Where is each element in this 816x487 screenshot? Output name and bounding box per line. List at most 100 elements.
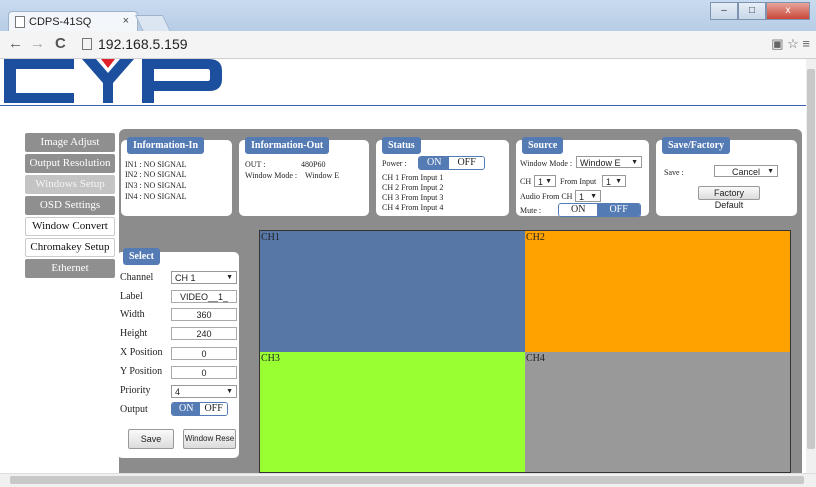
minimize-button[interactable]: – (710, 2, 738, 20)
factory-default-button[interactable]: Factory Default (698, 186, 760, 210)
information-out-panel: Information-Out OUT : 480P60 Window Mode… (239, 137, 369, 216)
address-url: 192.168.5.159 (98, 36, 188, 52)
ch-select-value: 1 (538, 177, 544, 187)
label-input[interactable]: VIDEO__1_ (171, 290, 237, 303)
output-toggle[interactable]: ON OFF (171, 402, 228, 416)
maximize-button[interactable]: □ (738, 2, 766, 20)
information-in-panel: Information-In IN1 : NO SIGNAL IN2 : NO … (121, 137, 232, 216)
page-viewport: Image Adjust Output Resolution Windows S… (0, 59, 806, 473)
output-on-option[interactable]: ON (172, 403, 201, 415)
width-label: Width (120, 309, 145, 320)
save-select-value: Cancel (731, 167, 760, 177)
source-header: Source (522, 137, 564, 154)
close-window-button[interactable]: x (766, 2, 810, 20)
from-input-select[interactable]: 1 ▼ (602, 175, 626, 187)
width-input[interactable]: 360 (171, 308, 237, 321)
routing-line: CH 4 From Input 4 (382, 203, 444, 212)
star-icon[interactable]: ☆ (787, 36, 799, 51)
mute-label: Mute : (520, 206, 542, 215)
routing-line: CH 3 From Input 3 (382, 193, 444, 202)
channel-select-value: CH 1 (175, 273, 196, 283)
height-label: Height (120, 328, 148, 339)
window-ch1[interactable]: CH1 (260, 231, 525, 352)
window-mode-value: Window E (305, 171, 340, 180)
power-toggle[interactable]: ON OFF (418, 156, 485, 170)
window-ch3[interactable]: CH3 (260, 352, 525, 472)
sidebar-menu: Image Adjust Output Resolution Windows S… (25, 133, 115, 280)
routing-line: CH 2 From Input 2 (382, 183, 444, 192)
window-ch2[interactable]: CH2 (525, 231, 790, 352)
address-bar[interactable]: 192.168.5.159 (82, 36, 188, 52)
x-position-label: X Position (120, 347, 163, 358)
window-mode-label: Window Mode : (245, 171, 298, 180)
source-panel: Source Window Mode : Window E ▼ CH 1 ▼ Fro… (516, 137, 649, 217)
sidebar-item-chromakey-setup[interactable]: Chromakey Setup (25, 238, 115, 257)
window-reset-button[interactable]: Window Rese (183, 429, 236, 449)
source-window-mode-label: Window Mode : (520, 159, 573, 168)
new-tab-button[interactable] (135, 15, 171, 32)
vertical-scrollbar-thumb[interactable] (807, 69, 815, 449)
ch-label: CH (520, 177, 532, 186)
status-panel: Status Power : ON OFF CH 1 From Input 1 … (376, 137, 509, 216)
priority-select[interactable]: 4 ▼ (171, 385, 237, 398)
from-input-select-value: 1 (606, 177, 612, 187)
output-label: Output (120, 404, 148, 415)
translate-icon[interactable]: ▣ (771, 36, 783, 51)
audio-from-select[interactable]: 1 ▼ (575, 190, 601, 202)
sidebar-item-output-resolution[interactable]: Output Resolution (25, 154, 115, 173)
page-icon (15, 16, 25, 28)
sidebar-item-window-convert[interactable]: Window Convert (25, 217, 115, 236)
window-ch3-label: CH3 (261, 353, 280, 364)
select-panel: Select Channel CH 1 ▼ Label VIDEO__1_ Wid… (117, 248, 239, 458)
dropdown-arrow-icon: ▼ (767, 168, 774, 175)
save-label: Save : (664, 168, 684, 177)
save-factory-panel: Save/Factory Save : Cancel ▼ Factory Defa… (656, 137, 797, 216)
out-value: 480P60 (301, 160, 326, 169)
priority-select-value: 4 (175, 387, 181, 397)
sidebar-item-osd-settings[interactable]: OSD Settings (25, 196, 115, 215)
mute-toggle[interactable]: ON OFF (558, 203, 641, 217)
label-label: Label (120, 291, 143, 302)
menu-icon[interactable]: ≡ (802, 36, 810, 51)
input-status: IN3 : NO SIGNAL (125, 181, 187, 190)
save-button[interactable]: Save (128, 429, 174, 449)
mute-off-option[interactable]: OFF (597, 204, 640, 216)
information-out-header: Information-Out (245, 137, 330, 154)
horizontal-scrollbar[interactable] (0, 473, 816, 487)
input-status: IN1 : NO SIGNAL (125, 160, 187, 169)
dropdown-arrow-icon: ▼ (590, 193, 597, 200)
browser-titlebar: CDPS-41SQ × – □ x (0, 0, 816, 32)
header-divider (0, 105, 806, 106)
browser-tab[interactable]: CDPS-41SQ × (8, 11, 138, 32)
save-select[interactable]: Cancel ▼ (714, 165, 778, 177)
tab-close-icon[interactable]: × (123, 15, 129, 27)
input-status: IN4 : NO SIGNAL (125, 192, 187, 201)
out-label: OUT : (245, 160, 266, 169)
forward-icon[interactable]: → (30, 35, 45, 52)
height-input[interactable]: 240 (171, 327, 237, 340)
sidebar-item-ethernet[interactable]: Ethernet (25, 259, 115, 278)
x-position-input[interactable]: 0 (171, 347, 237, 360)
output-off-option[interactable]: OFF (200, 403, 227, 415)
back-icon[interactable]: ← (8, 35, 23, 52)
channel-select[interactable]: CH 1 ▼ (171, 271, 237, 284)
mute-on-option[interactable]: ON (559, 204, 598, 216)
dropdown-arrow-icon: ▼ (615, 178, 622, 185)
window-controls: – □ x (710, 2, 810, 20)
dropdown-arrow-icon: ▼ (545, 178, 552, 185)
power-on-option[interactable]: ON (419, 157, 450, 169)
y-position-input[interactable]: 0 (171, 366, 237, 379)
sidebar-item-image-adjust[interactable]: Image Adjust (25, 133, 115, 152)
channel-label: Channel (120, 272, 154, 283)
horizontal-scrollbar-thumb[interactable] (10, 476, 804, 484)
ch-select[interactable]: 1 ▼ (534, 175, 556, 187)
vertical-scrollbar[interactable] (806, 59, 816, 473)
information-in-header: Information-In (127, 137, 205, 154)
window-ch4-label: CH4 (526, 353, 545, 364)
sidebar-item-windows-setup[interactable]: Windows Setup (25, 175, 115, 194)
power-off-option[interactable]: OFF (449, 157, 484, 169)
window-ch4[interactable]: CH4 (525, 352, 790, 472)
window-mode-select[interactable]: Window E ▼ (576, 156, 642, 168)
toolbar-right: ▣ ☆ ≡ (771, 36, 810, 52)
reload-icon[interactable]: C (55, 35, 66, 52)
